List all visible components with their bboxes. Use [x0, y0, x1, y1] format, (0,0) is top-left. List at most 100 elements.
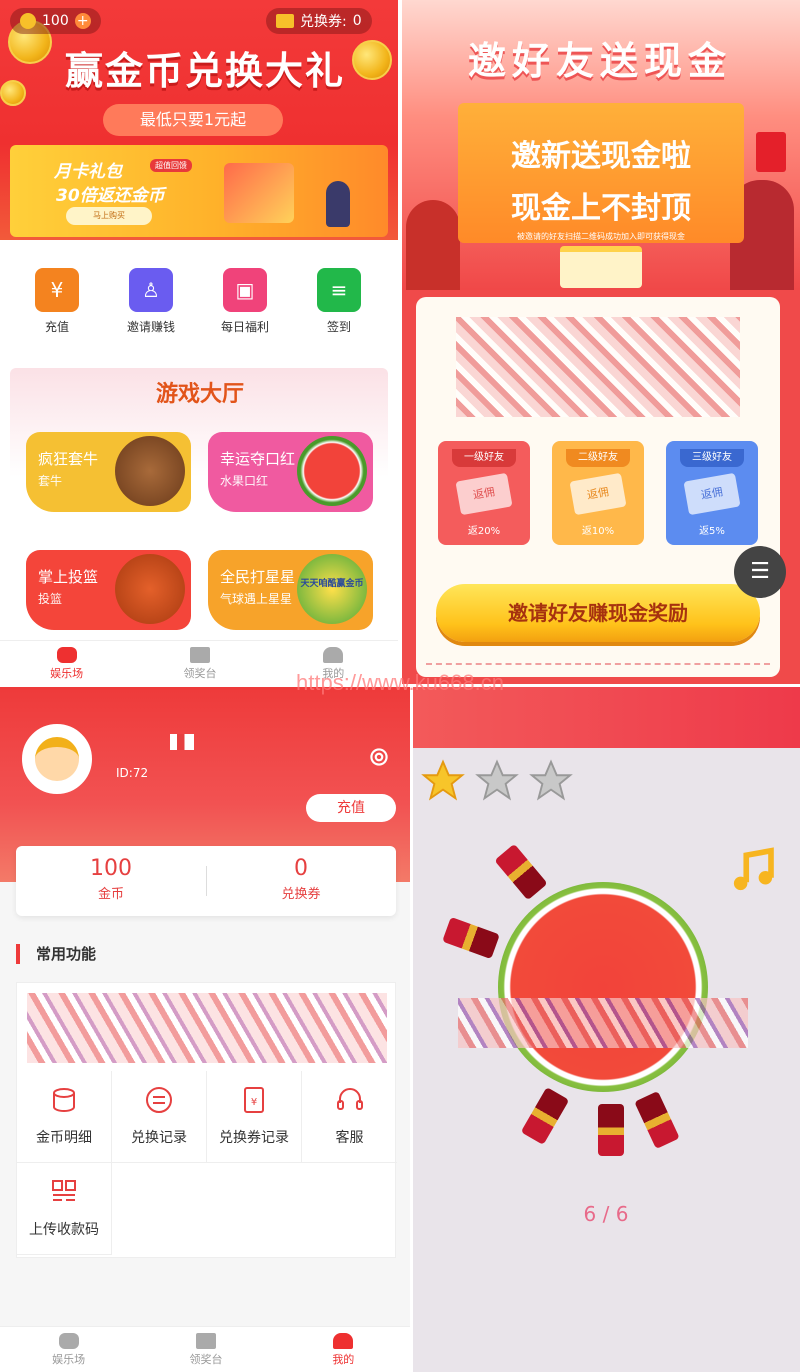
lipstick-stuck — [520, 1086, 570, 1146]
monthly-card-banner[interactable]: 月卡礼包 超值回馈 30倍返还金币 马上购买 — [10, 145, 388, 237]
section-title: 常用功能 — [16, 944, 96, 964]
money-bag-icon: ¥ — [35, 268, 79, 312]
func-voucher-records[interactable]: ¥ 兑换券记录 — [207, 1071, 302, 1163]
invite-header: 邀好友送现金 邀新送现金啦 现金上不封顶 被邀请的好友扫描二维码成功加入即可获得… — [400, 0, 800, 290]
gift-box-illustration — [224, 163, 294, 223]
invite-user-icon: ♙ — [129, 268, 173, 312]
game-hall: 游戏大厅 疯狂套牛 套牛 幸运夺口红 水果口红 掌上投篮 投篮 全民打星星 气球… — [10, 368, 388, 640]
coin-icon — [20, 13, 36, 29]
ticket-icon — [276, 14, 294, 28]
tab-casino[interactable]: 娱乐场 — [29, 1332, 109, 1367]
game-hall-title: 游戏大厅 — [155, 382, 244, 407]
add-icon[interactable]: + — [74, 13, 91, 29]
promo-line1: 邀新送现金啦 — [511, 139, 691, 174]
svg-text:¥: ¥ — [251, 1097, 257, 1108]
tab-bar: 娱乐场 领奖台 我的 — [0, 1326, 412, 1372]
gift-icon: ▣ — [223, 268, 267, 312]
promo-note: 被邀请的好友扫描二维码成功加入即可获得现金 — [517, 232, 685, 241]
list-icon: ☰ — [750, 559, 770, 584]
lipstick-progress: 6 / 6 — [583, 1202, 629, 1226]
tier-level3: 三级好友 返佣 返5% — [666, 441, 758, 545]
tier-level1: 一级好友 返佣 返20% — [438, 441, 530, 545]
shortcut-invite[interactable]: ♙ 邀请赚钱 — [116, 268, 186, 335]
coin-decoration — [0, 80, 26, 106]
person-illustration-left — [406, 200, 460, 290]
coin-stack-icon: ≡ — [317, 268, 361, 312]
redacted-banner — [27, 993, 387, 1063]
qrcode-icon — [52, 1180, 76, 1201]
shortcut-checkin[interactable]: ≡ 签到 — [304, 268, 374, 335]
qrcode-area — [456, 317, 740, 417]
tab-profile[interactable]: 我的 — [303, 1332, 383, 1367]
home-screen: 100 + 兑换券: 0 赢金币兑换大礼 最低只要1元起 月卡礼包 超值回馈 3… — [0, 0, 400, 686]
lipstick-game-screen: 6 / 6 — [412, 686, 800, 1372]
banner-line1: 月卡礼包 — [54, 162, 122, 182]
voucher-icon: ¥ — [244, 1087, 264, 1113]
shortcut-recharge[interactable]: ¥ 充值 — [22, 268, 92, 335]
star-empty-icon — [475, 759, 519, 801]
lipstick-stuck — [442, 916, 500, 960]
invite-card: 一级好友 返佣 返20% 二级好友 返佣 返10% 三级好友 返佣 返5% 邀请… — [416, 297, 780, 677]
game-card-lipstick[interactable]: 幸运夺口红 水果口红 — [208, 432, 373, 512]
buy-now-button[interactable]: 马上购买 — [66, 207, 152, 225]
coin-balance[interactable]: 100 + — [10, 8, 101, 34]
watermark-text: https://www.ku668.cn — [296, 670, 504, 695]
user-id: ID:72 — [116, 766, 149, 780]
func-exchange-records[interactable]: 兑换记录 — [112, 1071, 207, 1163]
gear-icon[interactable] — [366, 744, 392, 770]
shortcut-daily-bonus[interactable]: ▣ 每日福利 — [210, 268, 280, 335]
gift-icon — [195, 1332, 216, 1349]
dashed-divider — [426, 663, 770, 665]
coin-db-icon — [53, 1088, 75, 1113]
basketball-illustration — [115, 554, 185, 624]
menu-fab[interactable]: ☰ — [734, 546, 786, 598]
watermelon-illustration — [297, 436, 367, 506]
gamepad-icon — [58, 1332, 79, 1349]
gamepad-icon — [56, 646, 77, 663]
user-icon — [323, 646, 344, 663]
function-grid: 金币明细 兑换记录 ¥ 兑换券记录 客服 上传收款码 — [16, 982, 397, 1258]
redacted-overlay — [458, 998, 748, 1048]
cartoon-face-icon — [35, 737, 79, 781]
avatar[interactable] — [22, 724, 92, 794]
figure-illustration — [326, 181, 350, 227]
voucher-balance[interactable]: 兑换券: 0 — [266, 8, 372, 34]
lipstick-stuck — [494, 843, 548, 901]
invite-title: 邀好友送现金 — [467, 39, 732, 83]
headset-icon — [336, 1088, 363, 1110]
star-badge-illustration: 天天咱酷赢金币 — [297, 554, 367, 624]
recharge-button[interactable]: 充值 — [306, 794, 396, 822]
coins-stat[interactable]: 100 金币 — [16, 856, 206, 902]
tab-rewards[interactable]: 领奖台 — [166, 1332, 246, 1367]
balance-card: 100 金币 0 兑换券 — [16, 846, 396, 916]
game-card-stars[interactable]: 全民打星星 气球遇上星星 天天咱酷赢金币 — [208, 550, 373, 630]
screenshot-collage: 100 + 兑换券: 0 赢金币兑换大礼 最低只要1元起 月卡礼包 超值回馈 3… — [0, 0, 800, 1372]
game-card-basketball[interactable]: 掌上投篮 投篮 — [26, 550, 191, 630]
user-icon — [333, 1332, 354, 1349]
panel-divider — [410, 686, 413, 1372]
lipstick-stuck — [634, 1090, 680, 1150]
shortcut-row: ¥ 充值 ♙ 邀请赚钱 ▣ 每日福利 ≡ 签到 — [0, 268, 400, 338]
hero-title: 赢金币兑换大礼 — [64, 49, 345, 93]
voucher-stat[interactable]: 0 兑换券 — [206, 856, 396, 902]
panel-divider — [398, 0, 402, 686]
func-coin-detail[interactable]: 金币明细 — [17, 1071, 112, 1163]
gift-box-illustration — [560, 246, 642, 288]
hero-subtitle: 最低只要1元起 — [103, 104, 283, 136]
red-envelope-illustration — [756, 132, 786, 172]
cattle-illustration — [115, 436, 185, 506]
star-filled-icon — [421, 759, 465, 801]
func-customer-service[interactable]: 客服 — [302, 1071, 397, 1163]
func-upload-qrcode[interactable]: 上传收款码 — [17, 1163, 112, 1255]
watermelon-target[interactable] — [498, 882, 708, 1092]
gift-icon — [189, 646, 210, 663]
invite-friends-button[interactable]: 邀请好友赚现金奖励 — [436, 584, 760, 642]
game-card-cattle[interactable]: 疯狂套牛 套牛 — [26, 432, 191, 512]
profile-screen: ID:72 充值 100 金币 0 兑换券 常用功能 金币明细 兑换记录 ¥ 兑… — [0, 686, 412, 1372]
music-note-icon[interactable] — [726, 844, 780, 898]
banner-line2: 30倍返还金币 — [56, 186, 165, 206]
banner-tag: 超值回馈 — [150, 159, 192, 172]
lipstick-stuck — [598, 1104, 624, 1156]
tier-level2: 二级好友 返佣 返10% — [552, 441, 644, 545]
invite-screen: 邀好友送现金 邀新送现金啦 现金上不封顶 被邀请的好友扫描二维码成功加入即可获得… — [400, 0, 800, 686]
